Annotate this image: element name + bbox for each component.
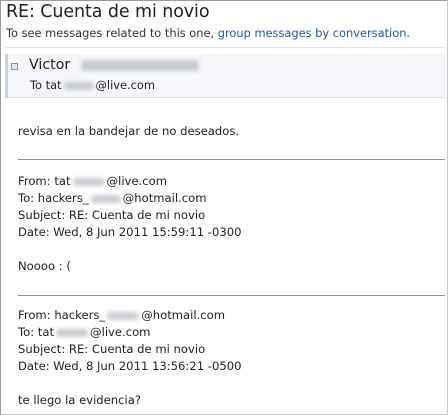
redacted-email <box>56 328 88 337</box>
quoted-to: To: hackers_ @hotmail.com <box>18 191 207 205</box>
header-divider <box>5 47 445 48</box>
quoted-from-prefix: From: hackers_ <box>18 308 106 322</box>
quoted-subject: Subject: RE: Cuenta de mi novio <box>18 342 206 356</box>
group-by-conversation-link[interactable]: group messages by conversation <box>218 26 407 40</box>
quote-divider <box>18 295 445 296</box>
conversation-hint: To see messages related to this one, gro… <box>6 26 410 40</box>
recipient-domain: @live.com <box>95 78 155 92</box>
quoted-body: te llego la evidencia? <box>18 393 141 407</box>
message-window: RE: Cuenta de mi novio To see messages r… <box>0 0 448 415</box>
quoted-to-domain: @live.com <box>90 325 151 339</box>
message-body: revisa en la bandejar de no deseados. <box>18 124 240 138</box>
quoted-date: Date: Wed, 8 Jun 2011 15:59:11 -0300 <box>18 225 242 239</box>
redacted-email <box>107 311 140 320</box>
sender-first-name: Victor <box>29 57 71 73</box>
quoted-subject: Subject: RE: Cuenta de mi novio <box>18 208 206 222</box>
hint-suffix: . <box>406 26 411 40</box>
redacted-email <box>72 177 105 186</box>
quoted-from-prefix: From: tat <box>18 174 71 188</box>
hint-text: To see messages related to this one, <box>6 26 215 40</box>
redacted-email <box>90 194 121 203</box>
quoted-from-domain: @live.com <box>106 174 167 188</box>
quote-divider <box>18 159 445 160</box>
quoted-from: From: hackers_ @hotmail.com <box>18 308 225 322</box>
quoted-to: To: tat @live.com <box>18 325 150 339</box>
redacted-email <box>63 81 94 90</box>
redacted-surname <box>80 59 199 71</box>
quoted-from: From: tat @live.com <box>18 174 167 188</box>
quoted-date: Date: Wed, 8 Jun 2011 13:56:21 -0500 <box>18 359 242 373</box>
quoted-from-domain: @hotmail.com <box>141 308 226 322</box>
collapse-icon[interactable] <box>11 63 18 70</box>
message-subject: RE: Cuenta de mi novio <box>6 2 210 22</box>
quoted-to-prefix: To: hackers_ <box>18 191 89 205</box>
sender-name[interactable]: Victor <box>29 57 199 73</box>
quoted-to-prefix: To: tat <box>18 325 54 339</box>
recipient-prefix: To tat <box>30 78 62 92</box>
quoted-to-domain: @hotmail.com <box>122 191 207 205</box>
recipient-line: To tat @live.com <box>30 78 155 92</box>
quoted-body: Noooo : ( <box>18 259 71 273</box>
